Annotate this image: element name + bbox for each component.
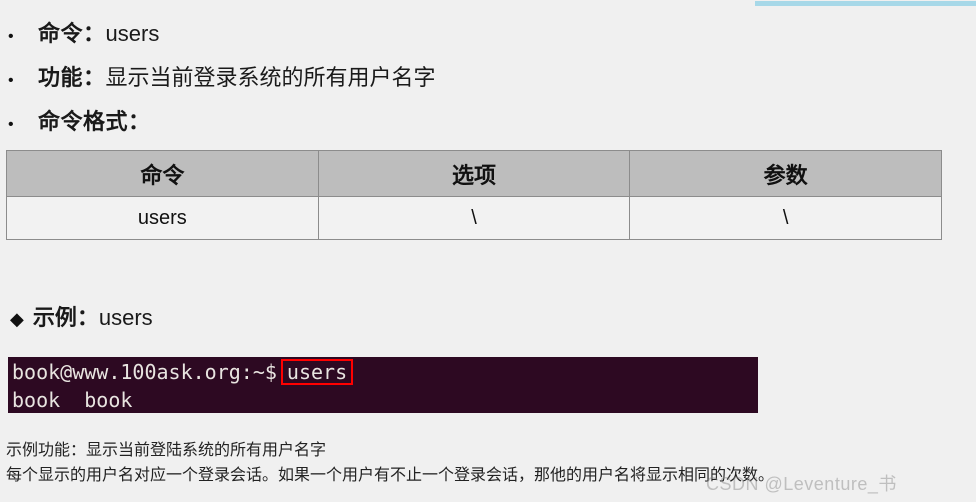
bullet-label: 命令： [38, 21, 106, 46]
footer-line-function: 示例功能：显示当前登陆系统的所有用户名字 [6, 440, 327, 459]
terminal-prompt-line: book@www.100ask.org:~$ users [12, 358, 758, 386]
list-item: • 命令格式： [0, 104, 976, 148]
terminal-prompt: book@www.100ask.org:~$ [12, 360, 277, 384]
bullet-label: 功能： [38, 65, 106, 90]
table-cell-command: users [6, 196, 319, 240]
table-cell-parameter: \ [629, 196, 942, 240]
terminal-command-highlight: users [280, 359, 354, 385]
footer-line-detail: 每个显示的用户名对应一个登录会话。如果一个用户有不止一个登录会话，那他的用户名将… [6, 465, 775, 484]
bullet-dot-icon: • [8, 28, 14, 45]
table-header-option: 选项 [317, 150, 631, 197]
list-item: • 功能： 显示当前登录系统的所有用户名字 [0, 60, 976, 104]
table-header-command: 命令 [6, 150, 319, 197]
bullet-label: 命令格式： [38, 109, 151, 134]
table-header-row: 命令 选项 参数 [6, 150, 942, 197]
example-value: users [98, 305, 153, 330]
table-row: users \ \ [6, 196, 942, 240]
example-label: 示例： [32, 305, 99, 330]
terminal-output: book book [12, 388, 133, 412]
terminal-output-line: book book [12, 386, 758, 413]
terminal-screenshot: book@www.100ask.org:~$ users book book [8, 357, 758, 413]
table-body: users \ \ [6, 196, 942, 240]
list-item: • 命令： users [0, 16, 976, 60]
bullet-value: 显示当前登录系统的所有用户名字 [105, 65, 436, 90]
top-accent-bar [755, 1, 976, 6]
command-format-table: 命令 选项 参数 users \ \ [6, 150, 942, 240]
table-cell-option: \ [317, 196, 631, 240]
table-header: 命令 选项 参数 [6, 150, 942, 197]
bullet-dot-icon: • [8, 72, 14, 89]
bullet-value: users [105, 21, 160, 46]
bullet-list: • 命令： users • 功能： 显示当前登录系统的所有用户名字 • 命令格式… [0, 16, 976, 148]
footer-notes: 示例功能：显示当前登陆系统的所有用户名字 每个显示的用户名对应一个登录会话。如果… [6, 437, 970, 487]
bullet-dot-icon: • [8, 116, 14, 133]
example-heading: ◆ 示例： users [10, 300, 153, 332]
table-header-parameter: 参数 [629, 150, 942, 197]
diamond-bullet-icon: ◆ [10, 309, 24, 329]
